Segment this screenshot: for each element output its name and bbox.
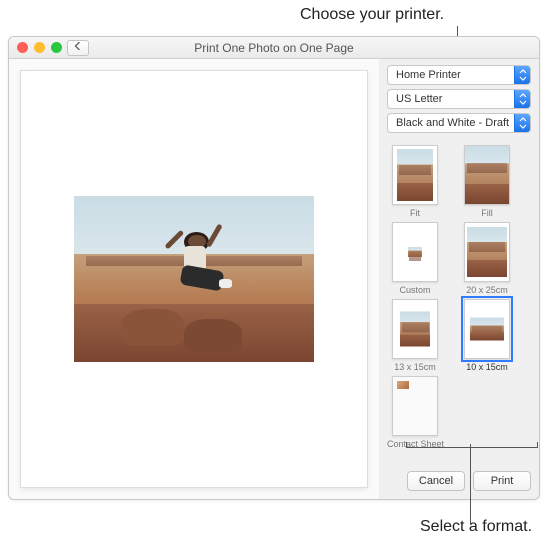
quality-select[interactable]: Black and White - Draft bbox=[387, 113, 531, 133]
back-button[interactable] bbox=[67, 40, 89, 56]
cancel-button[interactable]: Cancel bbox=[407, 471, 465, 491]
options-pane: Home Printer US Letter Black and White -… bbox=[379, 59, 539, 499]
minimize-icon[interactable] bbox=[34, 42, 45, 53]
format-grid: Fit Fill Custom 20 x 25cm 13 x 15cm bbox=[387, 145, 531, 449]
chevron-up-down-icon bbox=[514, 66, 530, 84]
format-fit[interactable]: Fit bbox=[387, 145, 443, 218]
format-label: 10 x 15cm bbox=[459, 362, 515, 372]
print-button[interactable]: Print bbox=[473, 471, 531, 491]
page-preview bbox=[21, 71, 367, 487]
chevron-up-down-icon bbox=[514, 114, 530, 132]
annotation-select-format: Select a format. bbox=[420, 518, 532, 536]
format-13x15[interactable]: 13 x 15cm bbox=[387, 299, 443, 372]
preview-pane bbox=[9, 59, 379, 499]
format-label: 20 x 25cm bbox=[459, 285, 515, 295]
annotation-choose-printer: Choose your printer. bbox=[300, 6, 444, 24]
format-20x25[interactable]: 20 x 25cm bbox=[459, 222, 515, 295]
photo-preview bbox=[74, 196, 314, 362]
content-area: Home Printer US Letter Black and White -… bbox=[9, 59, 539, 499]
annotation-line-icon bbox=[470, 444, 471, 524]
format-label: Fill bbox=[459, 208, 515, 218]
paper-size-select[interactable]: US Letter bbox=[387, 89, 531, 109]
quality-value: Black and White - Draft bbox=[396, 117, 509, 129]
zoom-icon[interactable] bbox=[51, 42, 62, 53]
printer-select[interactable]: Home Printer bbox=[387, 65, 531, 85]
format-10x15[interactable]: 10 x 15cm bbox=[459, 299, 515, 372]
printer-select-value: Home Printer bbox=[396, 69, 461, 81]
titlebar: Print One Photo on One Page bbox=[9, 37, 539, 59]
format-custom[interactable]: Custom bbox=[387, 222, 443, 295]
close-icon[interactable] bbox=[17, 42, 28, 53]
print-dialog-window: Print One Photo on One Page bbox=[8, 36, 540, 500]
format-contact-sheet[interactable]: Contact Sheet bbox=[387, 376, 443, 449]
chevron-up-down-icon bbox=[514, 90, 530, 108]
format-label: 13 x 15cm bbox=[387, 362, 443, 372]
format-fill[interactable]: Fill bbox=[459, 145, 515, 218]
annotation-bracket-icon bbox=[406, 442, 538, 448]
paper-size-value: US Letter bbox=[396, 93, 442, 105]
format-label: Custom bbox=[387, 285, 443, 295]
window-controls bbox=[17, 42, 62, 53]
window-title: Print One Photo on One Page bbox=[194, 41, 353, 55]
format-label: Fit bbox=[387, 208, 443, 218]
dialog-footer: Cancel Print bbox=[387, 463, 531, 491]
